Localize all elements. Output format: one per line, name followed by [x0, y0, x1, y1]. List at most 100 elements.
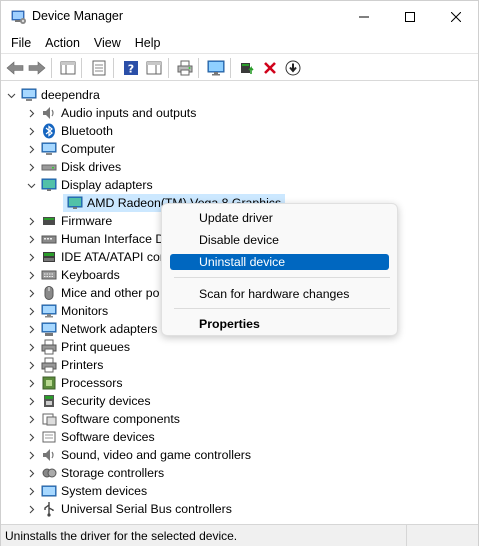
maximize-icon — [405, 12, 415, 22]
chevron-right-icon[interactable] — [25, 410, 37, 428]
tree-item-network[interactable]: Network adapters — [25, 320, 157, 338]
minimize-button[interactable] — [341, 1, 387, 33]
menu-bar: File Action View Help — [1, 33, 478, 53]
chevron-right-icon[interactable] — [25, 464, 37, 482]
chevron-right-icon[interactable] — [25, 302, 37, 320]
help-toolbar-button[interactable]: ? — [121, 58, 141, 78]
chevron-right-icon[interactable] — [25, 284, 37, 302]
tree-item-software-devices[interactable]: Software devices — [25, 428, 155, 446]
scan-hardware-button[interactable] — [206, 58, 226, 78]
tree-item-keyboards[interactable]: Keyboards — [25, 266, 120, 284]
chevron-right-icon[interactable] — [25, 158, 37, 176]
device-manager-icon — [11, 10, 26, 24]
toolbar-separator — [230, 58, 231, 78]
ide-controller-icon — [43, 252, 55, 262]
down-arrow-circle-icon — [285, 60, 301, 76]
keyboard-icon — [41, 270, 57, 280]
toolbar-separator — [198, 58, 199, 78]
tree-item-hid[interactable]: Human Interface D — [25, 230, 164, 248]
printer-icon — [41, 357, 57, 373]
tree-item-usb[interactable]: Universal Serial Bus controllers — [25, 500, 232, 518]
tree-root-label: deependra — [41, 88, 100, 102]
chevron-right-icon[interactable] — [25, 266, 37, 284]
tree-item-disk-drives[interactable]: Disk drives — [25, 158, 121, 176]
tree-item-display-adapters[interactable]: Display adapters — [25, 176, 153, 194]
chevron-right-icon[interactable] — [25, 446, 37, 464]
title-bar[interactable]: Device Manager — [1, 1, 478, 33]
menu-view[interactable]: View — [88, 36, 129, 50]
chevron-right-icon[interactable] — [25, 104, 37, 122]
computer-icon — [41, 142, 57, 155]
chevron-down-icon[interactable] — [5, 86, 17, 104]
menu-action[interactable]: Action — [39, 36, 88, 50]
toolbar: ? — [1, 53, 478, 81]
tree-item-label: Human Interface D — [61, 232, 165, 246]
tree-item-printers[interactable]: Printers — [25, 356, 103, 374]
chevron-right-icon[interactable] — [25, 428, 37, 446]
chevron-right-icon[interactable] — [25, 122, 37, 140]
tree-item-system-devices[interactable]: System devices — [25, 482, 147, 500]
chevron-right-icon[interactable] — [25, 374, 37, 392]
speaker-icon — [43, 107, 54, 119]
ctx-scan-hardware[interactable]: Scan for hardware changes — [170, 286, 389, 302]
tree-item-label: Printers — [61, 358, 104, 372]
update-driver-button[interactable] — [237, 58, 257, 78]
tree-item-mice[interactable]: Mice and other po — [25, 284, 159, 302]
tree-item-computer[interactable]: Computer — [25, 140, 115, 158]
print-button[interactable] — [175, 58, 195, 78]
chevron-right-icon[interactable] — [25, 320, 37, 338]
tree-item-audio[interactable]: Audio inputs and outputs — [25, 104, 196, 122]
tree-item-label: Network adapters — [61, 322, 158, 336]
show-hide-console-tree-button[interactable] — [58, 58, 78, 78]
chevron-right-icon[interactable] — [25, 140, 37, 158]
tree-item-print-queues[interactable]: Print queues — [25, 338, 130, 356]
computer-icon — [21, 88, 37, 101]
maximize-button[interactable] — [387, 1, 433, 33]
properties-toolbar-button[interactable] — [89, 58, 109, 78]
back-button[interactable] — [5, 58, 25, 78]
tree-item-label: Storage controllers — [61, 466, 165, 480]
tree-item-label: Display adapters — [61, 178, 153, 192]
minimize-icon — [359, 16, 369, 18]
tree-item-label: Software devices — [61, 430, 155, 444]
monitor-icon — [41, 304, 57, 318]
disable-device-button[interactable] — [283, 58, 303, 78]
uninstall-device-button[interactable] — [260, 58, 280, 78]
tree-item-label: Processors — [61, 376, 123, 390]
tree-item-storage[interactable]: Storage controllers — [25, 464, 164, 482]
ctx-uninstall-device[interactable]: Uninstall device — [170, 254, 389, 270]
chevron-down-icon[interactable] — [25, 176, 37, 194]
tree-root[interactable]: deependra — [5, 86, 100, 104]
toolbar-separator — [168, 58, 169, 78]
ctx-update-driver[interactable]: Update driver — [170, 210, 389, 226]
close-button[interactable] — [433, 1, 479, 33]
ctx-disable-device[interactable]: Disable device — [170, 232, 389, 248]
chevron-right-icon[interactable] — [25, 338, 37, 356]
tree-item-ide[interactable]: IDE ATA/ATAPI cor — [25, 248, 164, 266]
chevron-right-icon[interactable] — [25, 356, 37, 374]
chevron-right-icon[interactable] — [25, 248, 37, 266]
chevron-right-icon[interactable] — [25, 500, 37, 518]
system-device-icon — [41, 485, 57, 497]
tree-item-firmware[interactable]: Firmware — [25, 212, 112, 230]
tree-item-processors[interactable]: Processors — [25, 374, 123, 392]
storage-controller-icon — [42, 468, 57, 478]
chevron-right-icon[interactable] — [25, 212, 37, 230]
tree-item-security[interactable]: Security devices — [25, 392, 151, 410]
chevron-right-icon[interactable] — [25, 230, 37, 248]
chevron-right-icon[interactable] — [25, 482, 37, 500]
tree-item-software-components[interactable]: Software components — [25, 410, 180, 428]
ctx-properties[interactable]: Properties — [170, 316, 389, 332]
forward-button[interactable] — [27, 58, 47, 78]
menu-file[interactable]: File — [1, 36, 39, 50]
properties-icon — [92, 60, 106, 76]
tree-item-label: Firmware — [61, 214, 113, 228]
show-action-pane-button[interactable] — [144, 58, 164, 78]
tree-item-sound[interactable]: Sound, video and game controllers — [25, 446, 251, 464]
usb-icon — [44, 502, 54, 517]
tree-item-bluetooth[interactable]: Bluetooth — [25, 122, 113, 140]
chevron-right-icon[interactable] — [25, 392, 37, 410]
tree-item-monitors[interactable]: Monitors — [25, 302, 108, 320]
processor-icon — [42, 376, 56, 390]
menu-help[interactable]: Help — [129, 36, 169, 50]
